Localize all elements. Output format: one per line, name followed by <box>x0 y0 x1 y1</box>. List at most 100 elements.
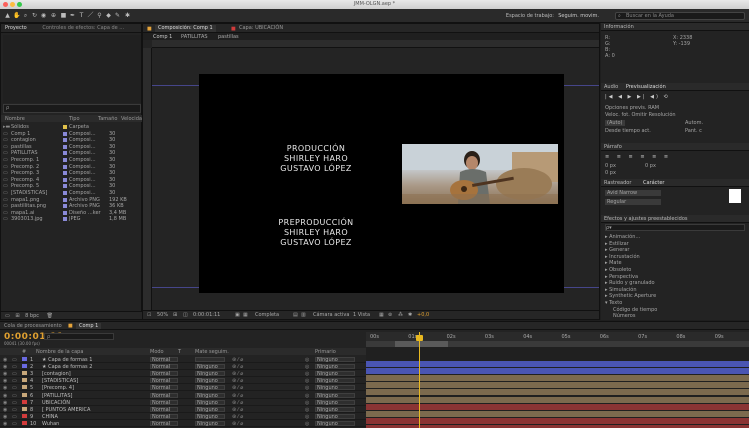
timeline-tracks[interactable]: 00s 01s 02s 03s 04s 05s 06s 07s 08s 09s <box>366 332 749 428</box>
puppet-tool-icon[interactable]: ✱ <box>124 12 131 19</box>
full-screen-checkbox[interactable]: Pant. c <box>685 128 702 134</box>
layer-row[interactable]: ◉ ▭ 6 [PATILLITAS] Normal Ninguno ⊛ ⁄ ⌀ ◎ Ningun… <box>0 392 366 399</box>
column-parent[interactable]: Primario <box>315 349 336 355</box>
lock-icon[interactable]: ▭ <box>12 364 17 370</box>
blend-mode-select[interactable]: Normal <box>150 371 178 377</box>
column-track-matte[interactable]: Mate seguim. <box>195 349 229 355</box>
guitarist-video-layer[interactable] <box>402 144 558 204</box>
lock-icon[interactable]: ▭ <box>12 421 17 427</box>
layer-row[interactable]: ◉ ▭ 8 [ PUNTOS AMERICA Normal Ninguno ⊛ ⁄ ⌀ ◎ Ni… <box>0 406 366 413</box>
toggle-transparency-grid-icon[interactable]: ▥ <box>301 311 306 319</box>
visibility-icon[interactable]: ◉ <box>3 357 7 363</box>
switches-icon[interactable]: ⊛ ⁄ ⌀ <box>232 378 243 384</box>
layer-duration-bar[interactable] <box>366 389 749 396</box>
type-tool-icon[interactable]: T <box>78 12 85 19</box>
project-item[interactable]: ▭ pastillitas.png Archivo PNG 36 KB <box>1 203 143 210</box>
project-item[interactable]: ▭ Precomp. 4 Composi… 30 <box>1 177 143 184</box>
layer-name[interactable]: [ PUNTOS AMERICA <box>42 407 90 413</box>
column-name[interactable]: Nombre <box>5 116 25 122</box>
layer-label-color[interactable] <box>22 364 27 369</box>
track-matte-select[interactable]: Ninguno <box>195 364 225 370</box>
switches-icon[interactable]: ⊛ ⁄ ⌀ <box>232 414 243 420</box>
visibility-icon[interactable]: ◉ <box>3 393 7 399</box>
track-matte-select[interactable]: Ninguno <box>195 371 225 377</box>
region-of-interest-icon[interactable]: ▤ <box>293 311 298 319</box>
visibility-icon[interactable]: ◉ <box>3 385 7 391</box>
effects-category[interactable]: ▾ Texto <box>605 300 622 306</box>
pickwhip-icon[interactable]: ◎ <box>305 378 309 384</box>
parent-select[interactable]: Ninguno <box>315 357 355 363</box>
layer-row[interactable]: ◉ ▭ 10 Wuhan Normal Ninguno ⊛ ⁄ ⌀ ◎ Ninguno <box>0 420 366 427</box>
camera-tool-icon[interactable]: ◉ <box>40 12 47 19</box>
visibility-icon[interactable]: ◉ <box>3 364 7 370</box>
fast-previews-icon[interactable]: ⊚ <box>388 311 392 319</box>
work-area-selection[interactable] <box>395 341 448 347</box>
parent-select[interactable]: Ninguno <box>315 364 355 370</box>
tab-info[interactable]: Información <box>601 23 749 31</box>
view-layout-select[interactable]: 1 Vista <box>353 311 370 319</box>
layer-label-color[interactable] <box>22 357 27 361</box>
effects-category[interactable]: Números <box>613 313 635 319</box>
layer-row[interactable]: ◉ ▭ 5 [Precomp. 4] Normal Ninguno ⊛ ⁄ ⌀ ◎ Ningun… <box>0 384 366 392</box>
layer-row[interactable]: ◉ ▭ 2 ★ Capa de formas 2 Normal Ninguno ⊛ ⁄ ⌀ ◎… <box>0 363 366 371</box>
effects-category[interactable]: ▸ Perspectiva <box>605 274 638 280</box>
rectangle-tool-icon[interactable]: ■ <box>60 12 67 19</box>
always-preview-icon[interactable]: ⊡ <box>147 311 151 319</box>
blend-mode-select[interactable]: Normal <box>150 364 178 370</box>
switches-icon[interactable]: ⊛ ⁄ ⌀ <box>232 407 243 413</box>
layer-label-color[interactable] <box>22 385 27 390</box>
switches-icon[interactable]: ⊛ ⁄ ⌀ <box>232 371 243 377</box>
layer-name[interactable]: Wuhan <box>42 421 59 427</box>
column-trkmat[interactable]: T <box>178 349 181 355</box>
blend-mode-select[interactable]: Normal <box>150 406 178 412</box>
lock-icon[interactable]: ▭ <box>12 371 17 377</box>
tab-effects-presets[interactable]: Efectos y ajustes preestablecidos <box>601 215 749 223</box>
parent-select[interactable]: Ninguno <box>315 371 355 377</box>
current-time-indicator-head[interactable] <box>416 335 423 341</box>
blend-mode-select[interactable]: Normal <box>150 413 178 419</box>
frame-rate-select[interactable]: (Auto) <box>605 120 625 126</box>
layer-name[interactable]: CHINA <box>42 414 58 420</box>
camera-snapshot-icon[interactable]: ◫ <box>183 311 188 319</box>
effects-category[interactable]: ▸ Obsoleto <box>605 267 631 273</box>
pickwhip-icon[interactable]: ◎ <box>305 364 309 370</box>
track-matte-select[interactable]: Ninguno <box>195 399 225 405</box>
effects-category[interactable]: ▸ Ruido y granulado <box>605 280 655 286</box>
project-item[interactable]: ▭ contagion Composi… 30 <box>1 137 143 144</box>
blend-mode-select[interactable]: Normal <box>150 378 178 384</box>
timeline-search-input[interactable]: ρ <box>44 333 114 340</box>
pickwhip-icon[interactable]: ◎ <box>305 357 309 363</box>
blend-mode-select[interactable]: Normal <box>150 392 178 398</box>
reset-exposure-icon[interactable]: ✱ <box>408 311 412 319</box>
layer-name[interactable]: UBICACIÓN <box>42 400 70 406</box>
project-item[interactable]: ▭ Comp 1 Composi… 30 <box>1 131 143 138</box>
visibility-icon[interactable]: ◉ <box>3 407 7 413</box>
clone-stamp-tool-icon[interactable]: ⚲ <box>96 12 103 19</box>
visibility-icon[interactable]: ◉ <box>3 400 7 406</box>
layer-label-color[interactable] <box>22 378 27 383</box>
rotate-tool-icon[interactable]: ↻ <box>31 12 38 19</box>
space-before[interactable]: 0 px <box>605 170 616 176</box>
selection-tool-icon[interactable]: ▲ <box>4 12 11 19</box>
pickwhip-icon[interactable]: ◎ <box>305 407 309 413</box>
help-search-input[interactable]: ⌕ Buscar en la Ayuda <box>615 12 745 20</box>
project-item[interactable]: ▭ pastillas Composi… 30 <box>1 144 143 151</box>
project-item[interactable]: ▭ Precomp. 3 Composi… 30 <box>1 170 143 177</box>
brush-tool-icon[interactable]: ／ <box>87 12 94 19</box>
switches-icon[interactable]: ⊛ ⁄ ⌀ <box>232 400 243 406</box>
tab-tracker[interactable]: Rastreador <box>604 180 631 186</box>
flowchart-icon[interactable]: ⁂ <box>398 311 403 319</box>
transparency-icon[interactable]: ▦ <box>243 311 248 319</box>
switches-icon[interactable]: ⊛ ⁄ ⌀ <box>232 364 243 370</box>
column-mode[interactable]: Modo <box>150 349 164 355</box>
tab-comp-1[interactable]: Comp 1 <box>76 323 102 329</box>
column-number[interactable]: # <box>22 349 26 355</box>
resolution-select[interactable]: Completa <box>255 311 279 319</box>
project-search-input[interactable]: ρ <box>3 104 141 113</box>
parent-select[interactable]: Ninguno <box>315 378 355 384</box>
blend-mode-select[interactable]: Normal <box>150 399 178 405</box>
project-item[interactable]: ▸▬ Sólidos Carpeta <box>1 124 143 131</box>
layer-name[interactable]: [PATILLITAS] <box>42 393 72 399</box>
region-icon[interactable]: ▣ <box>235 311 240 319</box>
track-matte-select[interactable]: Ninguno <box>195 413 225 419</box>
